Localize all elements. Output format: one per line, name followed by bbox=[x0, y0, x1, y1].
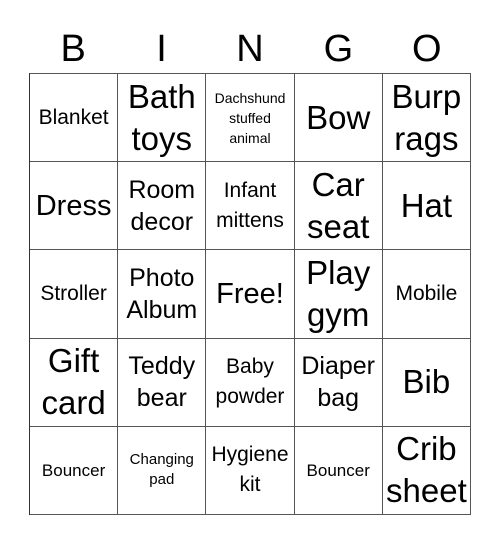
bingo-cell[interactable]: Gift card bbox=[30, 338, 119, 427]
bingo-cell[interactable]: Bath toys bbox=[118, 74, 207, 163]
bingo-cell-free[interactable]: Free! bbox=[206, 250, 295, 339]
bingo-cell[interactable]: Room decor bbox=[118, 162, 207, 251]
bingo-cell-label: Free! bbox=[216, 277, 284, 310]
bingo-cell[interactable]: Photo Album bbox=[118, 250, 207, 339]
header-letter-n: N bbox=[236, 28, 264, 70]
bingo-cell[interactable]: Dachshund stuffed animal bbox=[206, 74, 295, 163]
bingo-cell[interactable]: Blanket bbox=[30, 74, 119, 163]
bingo-cell-label: Crib sheet bbox=[386, 430, 467, 510]
bingo-cell[interactable]: Burp rags bbox=[382, 74, 471, 163]
bingo-cell[interactable]: Hygiene kit bbox=[206, 426, 295, 515]
bingo-cell-label: Baby powder bbox=[215, 355, 285, 409]
bingo-cell[interactable]: Bib bbox=[382, 338, 471, 427]
bingo-cell[interactable]: Diaper bag bbox=[294, 338, 383, 427]
bingo-cell[interactable]: Dress bbox=[30, 162, 119, 251]
bingo-cell-label: Changing pad bbox=[129, 451, 194, 489]
bingo-cell[interactable]: Car seat bbox=[294, 162, 383, 251]
bingo-cell-label: Hat bbox=[400, 186, 453, 224]
bingo-cell-label: Bow bbox=[306, 98, 371, 136]
header-letter-o: O bbox=[411, 28, 442, 70]
bingo-cell-label: Bouncer bbox=[306, 460, 370, 480]
bingo-cell[interactable]: Changing pad bbox=[118, 426, 207, 515]
bingo-cell-label: Teddy bear bbox=[128, 352, 196, 413]
bingo-cell[interactable]: Baby powder bbox=[206, 338, 295, 427]
bingo-cell-label: Stroller bbox=[40, 281, 107, 305]
bingo-cell-label: Bib bbox=[402, 363, 451, 401]
header-letter-g: G bbox=[323, 28, 354, 70]
bingo-cell[interactable]: Bow bbox=[294, 74, 383, 163]
bingo-cell-label: Gift card bbox=[41, 342, 106, 422]
header-letter-b: B bbox=[60, 28, 86, 70]
bingo-cell[interactable]: Hat bbox=[382, 162, 471, 251]
bingo-cell-label: Infant mittens bbox=[216, 178, 284, 232]
bingo-cell[interactable]: Mobile bbox=[382, 250, 471, 339]
bingo-cell-label: Diaper bag bbox=[301, 352, 376, 413]
bingo-cell-label: Car seat bbox=[307, 165, 370, 245]
bingo-cell-label: Mobile bbox=[395, 281, 458, 305]
bingo-cell-label: Photo Album bbox=[126, 263, 198, 324]
bingo-cell-label: Dachshund stuffed animal bbox=[214, 89, 286, 146]
header-letter-i: I bbox=[156, 28, 167, 70]
bingo-cell-label: Room decor bbox=[128, 175, 196, 236]
bingo-cell-label: Dress bbox=[35, 189, 112, 222]
bingo-header: B I N G O bbox=[29, 26, 471, 72]
bingo-cell-label: Bouncer bbox=[41, 460, 106, 480]
bingo-cell-label: Bath toys bbox=[127, 77, 196, 157]
bingo-cell-label: Blanket bbox=[38, 105, 109, 129]
bingo-cell[interactable]: Bouncer bbox=[30, 426, 119, 515]
bingo-cell[interactable]: Infant mittens bbox=[206, 162, 295, 251]
bingo-cell[interactable]: Bouncer bbox=[294, 426, 383, 515]
bingo-cell-label: Burp rags bbox=[391, 77, 462, 157]
bingo-cell[interactable]: Teddy bear bbox=[118, 338, 207, 427]
bingo-cell-label: Hygiene kit bbox=[211, 443, 289, 497]
bingo-grid: Blanket Bath toys Dachshund stuffed animal… bbox=[29, 73, 471, 515]
bingo-cell[interactable]: Stroller bbox=[30, 250, 119, 339]
bingo-cell[interactable]: Play gym bbox=[294, 250, 383, 339]
bingo-cell-label: Play gym bbox=[306, 253, 371, 333]
bingo-cell[interactable]: Crib sheet bbox=[382, 426, 471, 515]
